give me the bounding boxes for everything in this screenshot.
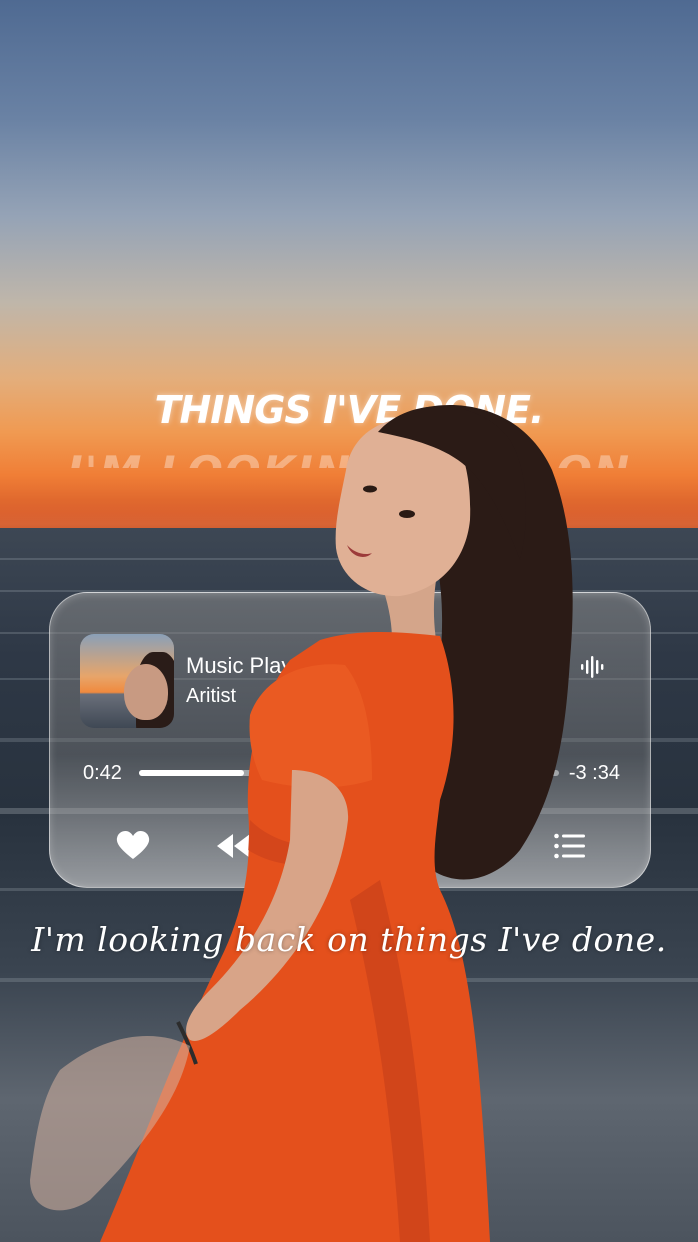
music-player-card: Music Playe Aritist 0:42 -3 :34 (49, 592, 651, 888)
rewind-icon[interactable] (216, 832, 252, 860)
overlay-caption: THINGS I'VE DONE. (154, 388, 545, 432)
progress-fill (139, 770, 244, 776)
track-artist: Aritist (186, 685, 236, 707)
overlay-caption-ghost: I'M LOOKING BACK ON (0, 444, 698, 468)
progress-bar[interactable] (139, 770, 559, 776)
heart-icon[interactable] (116, 830, 150, 860)
album-art[interactable] (80, 634, 174, 728)
track-title: Music Playe (186, 653, 305, 678)
lyric-caption: I'm looking back on things I've done. (31, 920, 667, 959)
waveform-icon[interactable] (580, 655, 606, 679)
time-remaining: -3 :34 (568, 762, 620, 784)
time-elapsed: 0:42 (83, 762, 122, 784)
playlist-icon[interactable] (554, 833, 586, 859)
